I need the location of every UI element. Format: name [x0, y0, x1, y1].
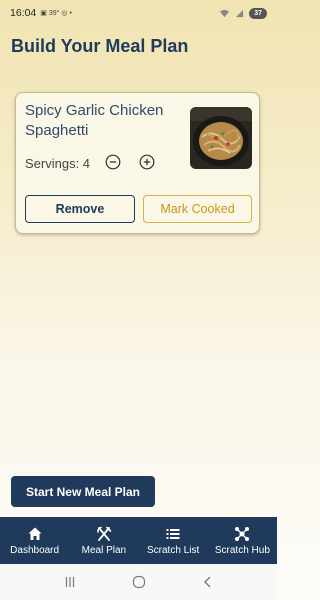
decrease-servings-button[interactable]	[105, 154, 121, 170]
system-navigation-bar	[0, 564, 277, 600]
nav-item-dashboard[interactable]: Dashboard	[0, 517, 69, 564]
start-new-meal-plan-button[interactable]: Start New Meal Plan	[11, 476, 155, 507]
hub-icon	[235, 526, 250, 541]
servings-label: Servings: 4	[25, 155, 91, 171]
status-bar: 16:04 ▣ 39° ◎ • 37	[0, 0, 277, 26]
recipe-title[interactable]: Spicy Garlic Chicken Spaghetti	[25, 101, 185, 141]
nav-label-scratch-hub: Scratch Hub	[214, 544, 270, 556]
back-icon[interactable]	[201, 575, 215, 589]
status-indicators: ▣ 39° ◎ •	[40, 10, 72, 17]
page-title: Build Your Meal Plan	[11, 36, 189, 56]
mark-cooked-button[interactable]: Mark Cooked	[143, 195, 252, 223]
wifi-icon	[220, 9, 230, 17]
status-time: 16:04	[10, 7, 37, 19]
nav-label-dashboard: Dashboard	[10, 544, 60, 556]
nav-item-scratch-list[interactable]: Scratch List	[139, 517, 208, 564]
recents-icon[interactable]	[63, 575, 77, 589]
nav-item-scratch-hub[interactable]: Scratch Hub	[208, 517, 277, 564]
nav-item-meal-plan[interactable]: Meal Plan	[69, 517, 138, 564]
fork-knife-icon	[97, 526, 112, 541]
battery-indicator: 37	[249, 7, 267, 19]
list-icon	[166, 528, 180, 539]
meal-card: Spicy Garlic Chicken Spaghetti Servings:…	[15, 92, 260, 234]
nav-label-meal-plan: Meal Plan	[81, 544, 127, 556]
signal-icon	[236, 9, 244, 17]
home-circle-icon[interactable]	[132, 575, 146, 589]
home-icon	[28, 527, 42, 540]
nav-label-scratch-list: Scratch List	[147, 544, 200, 556]
remove-button[interactable]: Remove	[25, 195, 135, 223]
recipe-image[interactable]	[190, 107, 252, 169]
bottom-nav: Dashboard Meal Plan Scratch List Scratch…	[0, 517, 277, 564]
increase-servings-button[interactable]	[139, 154, 155, 170]
